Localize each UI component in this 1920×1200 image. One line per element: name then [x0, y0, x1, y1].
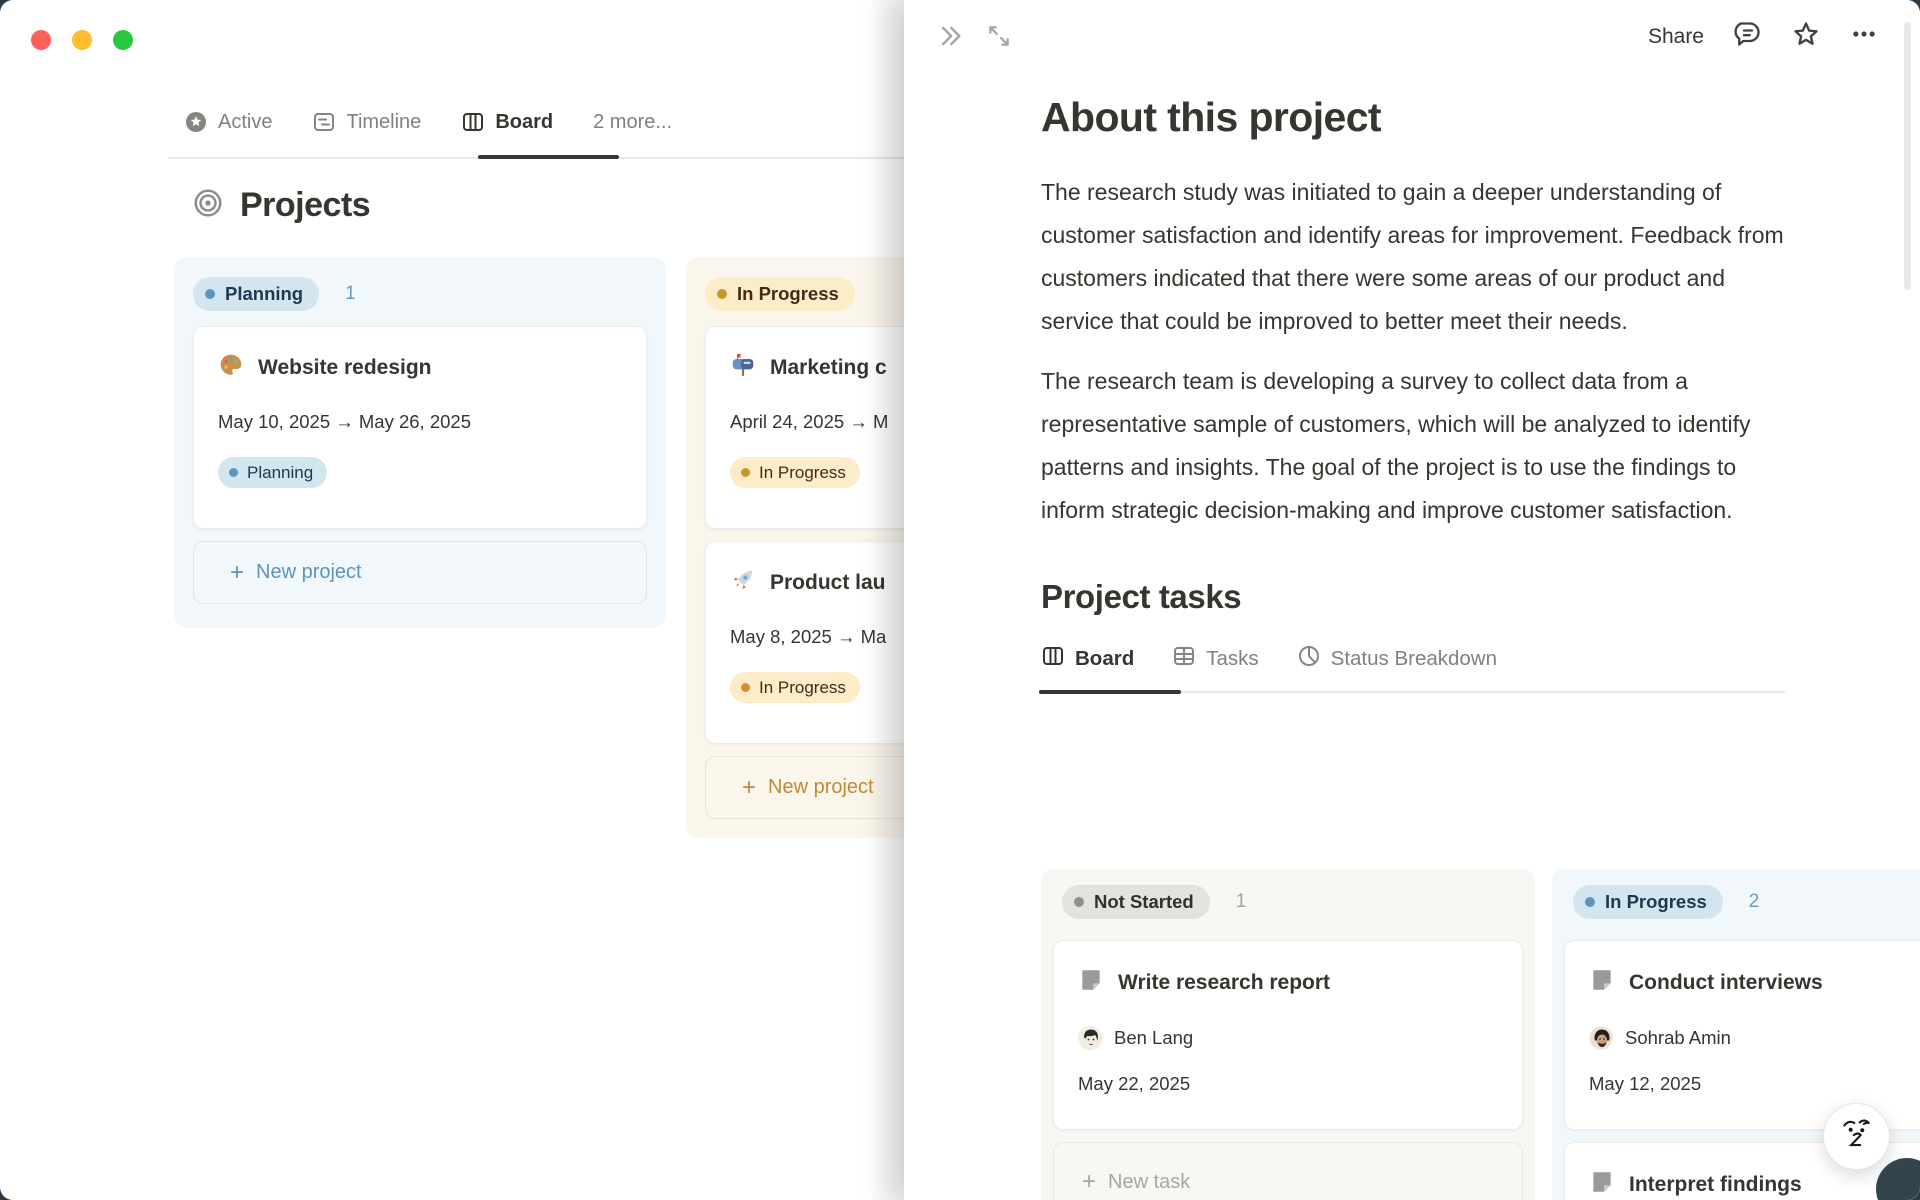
- tab-timeline-view[interactable]: Timeline: [312, 110, 421, 134]
- card-status-chip: In Progress: [730, 457, 860, 488]
- status-dot: [229, 468, 238, 477]
- panel-scrollbar[interactable]: [1904, 22, 1911, 290]
- expand-diagonal-icon[interactable]: [986, 23, 1012, 54]
- comment-icon[interactable]: [1734, 20, 1762, 53]
- assignee-row: Sohrab Amin: [1589, 1026, 1920, 1050]
- column-header: Not Started 1: [1062, 885, 1523, 919]
- status-dot: [741, 683, 750, 692]
- card-title: Website redesign: [258, 356, 432, 379]
- board-icon: [461, 110, 485, 134]
- target-icon: [192, 187, 224, 224]
- task-column-not-started: Not Started 1 Write research report Ben …: [1041, 869, 1535, 1200]
- panel-toolbar-left: [936, 22, 1012, 55]
- status-chip-planning[interactable]: Planning: [193, 277, 320, 311]
- status-dot: [717, 289, 727, 299]
- card-status-chip: Planning: [218, 457, 328, 488]
- task-date: May 12, 2025: [1589, 1073, 1702, 1094]
- rocket-emoji: [730, 567, 756, 599]
- new-task-button[interactable]: + New task: [1053, 1142, 1523, 1200]
- card-date-range: May 10, 2025 → May 26, 2025: [218, 411, 471, 432]
- assignee-name: Sohrab Amin: [1625, 1027, 1731, 1048]
- plus-icon: +: [1082, 1168, 1097, 1195]
- about-heading: About this project: [1041, 94, 1382, 140]
- star-icon[interactable]: [1792, 20, 1820, 53]
- window-controls: [31, 30, 133, 50]
- notion-ai-face-icon: [1838, 1115, 1876, 1158]
- tab-label: 2 more...: [593, 110, 673, 133]
- avatar-ben-lang: [1078, 1026, 1102, 1050]
- status-chip-in-progress[interactable]: In Progress: [705, 277, 855, 311]
- pie-chart-icon: [1297, 644, 1321, 674]
- card-title: Product lau: [770, 571, 886, 594]
- status-dot: [741, 468, 750, 477]
- active-tab-underline: [1039, 690, 1181, 694]
- note-icon: [1078, 967, 1104, 999]
- tab-board-view[interactable]: Board: [461, 110, 553, 134]
- double-chevron-right-icon[interactable]: [936, 22, 964, 55]
- assignee-row: Ben Lang: [1078, 1026, 1498, 1050]
- star-circle-icon: [184, 110, 208, 134]
- card-status-chip: In Progress: [730, 672, 860, 703]
- note-icon: [1589, 1169, 1615, 1200]
- tab-active-view[interactable]: Active: [184, 110, 272, 134]
- plus-icon: +: [230, 558, 245, 586]
- zoom-window-button[interactable]: [113, 30, 133, 50]
- task-card-write-research-report[interactable]: Write research report Ben Lang May 22, 2…: [1053, 940, 1523, 1130]
- panel-content: About this project The research study wa…: [1039, 94, 1785, 694]
- project-column-planning: Planning 1 Website redesign May 10, 2025…: [174, 257, 666, 628]
- new-project-button[interactable]: + New project: [193, 541, 647, 604]
- notion-window: Active Timeline Board 2 more... Projects…: [0, 0, 1920, 1200]
- note-icon: [1589, 967, 1615, 999]
- tab-task-list[interactable]: Tasks: [1172, 644, 1259, 674]
- project-tasks-heading: Project tasks: [1041, 578, 1242, 615]
- about-paragraph-1: The research study was initiated to gain…: [1041, 179, 1784, 334]
- project-card-website-redesign[interactable]: Website redesign May 10, 2025 → May 26, …: [193, 326, 647, 529]
- panel-toolbar-right: Share: [1648, 20, 1878, 53]
- status-dot: [1585, 897, 1595, 907]
- close-window-button[interactable]: [31, 30, 51, 50]
- column-count: 2: [1748, 891, 1760, 912]
- column-header: In Progress 2: [1573, 885, 1920, 919]
- tab-task-board[interactable]: Board: [1041, 644, 1134, 674]
- table-icon: [1172, 644, 1196, 674]
- tab-label: Timeline: [346, 110, 422, 133]
- task-board: Not Started 1 Write research report Ben …: [1041, 869, 1920, 1200]
- side-peek-panel: Share About this project The research st…: [870, 0, 1920, 1200]
- card-title: Write research report: [1118, 971, 1331, 994]
- active-tab-underline: [478, 155, 619, 159]
- avatar-sohrab-amin: [1589, 1026, 1613, 1050]
- status-dot: [1074, 897, 1084, 907]
- palette-emoji: [218, 352, 244, 384]
- tab-label: Board: [495, 110, 554, 133]
- task-tabs-divider: [1039, 690, 1785, 694]
- assignee-name: Ben Lang: [1114, 1027, 1194, 1048]
- task-card-conduct-interviews[interactable]: Conduct interviews Sohrab Amin May 12, 2…: [1564, 940, 1920, 1130]
- ellipsis-icon[interactable]: [1850, 20, 1878, 53]
- timeline-icon: [312, 110, 336, 134]
- board-icon: [1041, 644, 1065, 674]
- page-title-row: Projects: [192, 186, 371, 225]
- column-count: 1: [1235, 891, 1247, 912]
- view-tabs: Active Timeline Board 2 more...: [184, 110, 672, 134]
- page-title: Projects: [240, 186, 371, 224]
- tab-status-breakdown[interactable]: Status Breakdown: [1297, 644, 1497, 674]
- column-count: 1: [345, 283, 356, 304]
- task-view-tabs: Board Tasks Status Breakdown: [1041, 644, 1785, 674]
- column-header: Planning 1: [193, 277, 647, 311]
- mailbox-emoji: [730, 352, 756, 384]
- tab-label: Active: [218, 110, 273, 133]
- task-date: May 22, 2025: [1078, 1073, 1191, 1094]
- share-button[interactable]: Share: [1648, 25, 1704, 49]
- status-dot: [205, 289, 215, 299]
- plus-icon: +: [742, 773, 757, 801]
- status-chip-not-started[interactable]: Not Started: [1062, 885, 1210, 919]
- card-title: Conduct interviews: [1629, 971, 1823, 994]
- tab-more-views[interactable]: 2 more...: [593, 111, 672, 134]
- about-paragraph-2: The research team is developing a survey…: [1041, 368, 1751, 523]
- minimize-window-button[interactable]: [72, 30, 92, 50]
- card-title: Interpret findings: [1629, 1173, 1802, 1196]
- status-chip-in-progress[interactable]: In Progress: [1573, 885, 1723, 919]
- notion-ai-button[interactable]: [1823, 1103, 1890, 1170]
